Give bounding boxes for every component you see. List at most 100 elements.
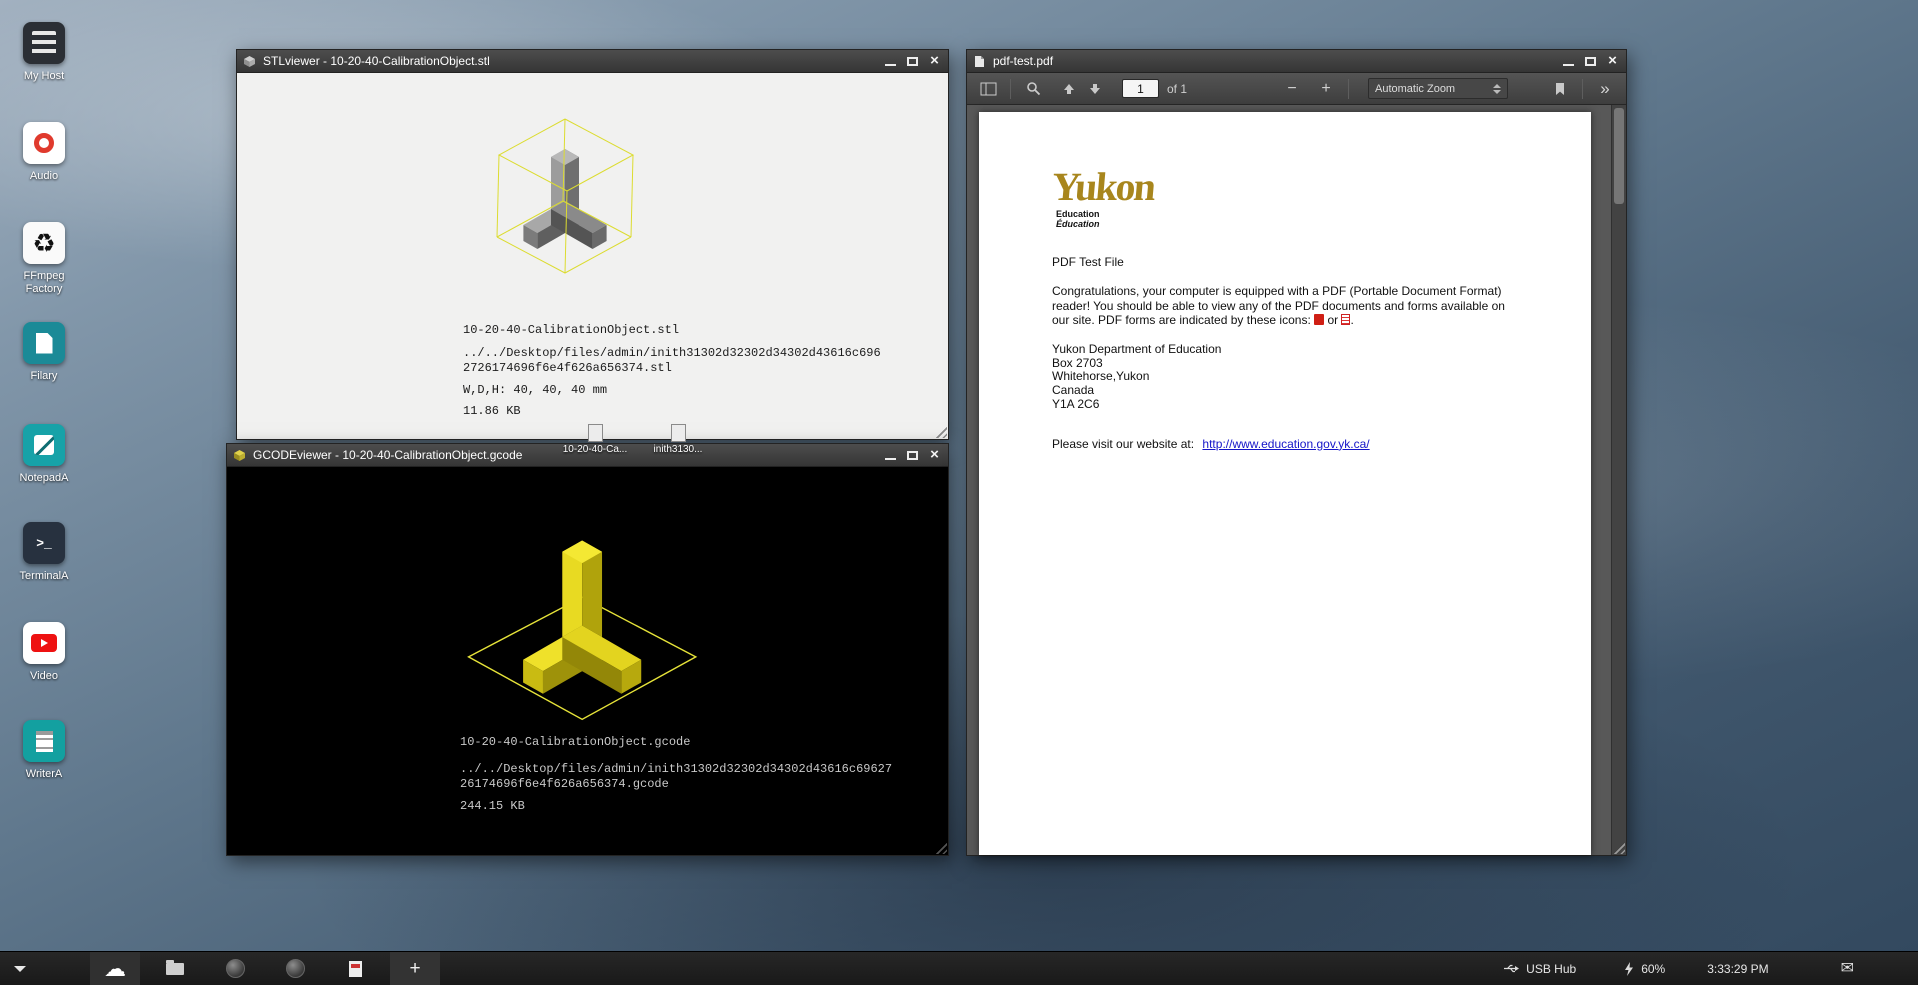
desktop-icon-label: My Host [24, 70, 64, 83]
gcode-3d-viewport[interactable]: 10-20-40-CalibrationObject.gcode ../../D… [227, 467, 948, 855]
app-disc-icon [226, 959, 245, 978]
writer-icon [23, 720, 65, 762]
desktop-icon-my-host[interactable]: My Host [10, 22, 78, 83]
file-manager-icon [23, 322, 65, 364]
yukon-logo: Yukon [1050, 167, 1522, 207]
stl-titlebar[interactable]: STLviewer - 10-20-40-CalibrationObject.s… [237, 50, 948, 73]
taskbar-gcode-app-button[interactable] [270, 952, 320, 985]
desktop-file-stl[interactable]: 10-20-40-Ca... [553, 424, 637, 455]
desktop-file-hex[interactable]: inith3130... [636, 424, 720, 455]
logo-subtitle: Education [1056, 209, 1521, 219]
gcode-filepath: ../../Desktop/files/admin/inith31302d323… [460, 762, 892, 777]
desktop-icon-audio[interactable]: Audio [10, 122, 78, 183]
plus-icon: + [409, 959, 420, 978]
desktop: My Host Audio ♻ FFmpeg Factory Filary No… [0, 0, 1918, 985]
page-number-input[interactable] [1122, 79, 1159, 98]
stl-filename: 10-20-40-CalibrationObject.stl [463, 323, 881, 337]
scrollbar[interactable] [1611, 105, 1626, 855]
zoom-in-button[interactable]: + [1313, 77, 1339, 101]
resize-grip[interactable] [933, 424, 947, 438]
toolbar-separator [1010, 79, 1011, 99]
pdf-content-area: Yukon Education Éducation PDF Test File … [967, 105, 1626, 855]
bookmark-button[interactable] [1547, 77, 1573, 101]
cloud-icon: ☁ [104, 958, 126, 980]
file-icon [671, 424, 686, 442]
zoom-select[interactable]: Automatic Zoom [1368, 78, 1508, 99]
battery-status[interactable]: 60% [1624, 962, 1665, 976]
minimize-button[interactable] [882, 54, 899, 69]
file-icon [588, 424, 603, 442]
scrollbar-thumb[interactable] [1614, 108, 1624, 204]
chevron-down-icon[interactable] [14, 966, 26, 972]
next-page-button[interactable] [1082, 77, 1108, 101]
clock-time: 3:33:29 PM [1707, 962, 1768, 976]
toolbar-separator [1348, 79, 1349, 99]
gcode-filepath: 26174696f6e4f626a656374.gcode [460, 777, 892, 792]
desktop-icon-video[interactable]: Video [10, 622, 78, 683]
gcode-file-info: 10-20-40-CalibrationObject.gcode ../../D… [460, 735, 892, 813]
zoom-out-button[interactable]: − [1279, 77, 1305, 101]
stl-3d-viewport[interactable]: 10-20-40-CalibrationObject.stl ../../Des… [237, 73, 948, 439]
pdf-titlebar[interactable]: pdf-test.pdf [967, 50, 1626, 73]
website-link[interactable]: http://www.education.gov.yk.ca/ [1202, 437, 1369, 451]
terminal-icon: >_ [23, 522, 65, 564]
usb-hub-status[interactable]: USB Hub [1503, 962, 1576, 976]
pdf-page: Yukon Education Éducation PDF Test File … [979, 112, 1591, 855]
taskbar: ☁ + USB Hub 60 [0, 951, 1918, 985]
my-host-icon [23, 22, 65, 64]
stl-viewer-window: STLviewer - 10-20-40-CalibrationObject.s… [236, 49, 949, 440]
previous-page-button[interactable] [1056, 77, 1082, 101]
audio-icon [23, 122, 65, 164]
desktop-icon-notepada[interactable]: NotepadA [10, 424, 78, 485]
zoom-select-value: Automatic Zoom [1375, 83, 1455, 95]
maximize-button[interactable] [904, 448, 921, 463]
pdf-document-icon [349, 961, 362, 977]
gcode-viewer-window: GCODEviewer - 10-20-40-CalibrationObject… [226, 443, 949, 856]
gcode-filename: 10-20-40-CalibrationObject.gcode [460, 735, 892, 749]
folder-icon [166, 963, 184, 975]
close-button[interactable] [1604, 54, 1621, 69]
mail-envelope-icon[interactable]: ✉ [1841, 961, 1854, 977]
desktop-icon-label: Audio [30, 170, 58, 183]
sidebar-toggle-button[interactable] [975, 77, 1001, 101]
video-player-icon [23, 622, 65, 664]
maximize-button[interactable] [1582, 54, 1599, 69]
close-button[interactable] [926, 54, 943, 69]
app-disc-icon [286, 959, 305, 978]
gcode-filesize: 244.15 KB [460, 799, 892, 813]
desktop-icon-label: Filary [31, 370, 58, 383]
visit-label: Please visit our website at: [1052, 437, 1194, 451]
minimize-button[interactable] [1560, 54, 1577, 69]
stl-app-icon [242, 54, 257, 69]
maximize-button[interactable] [904, 54, 921, 69]
document-paragraph: Congratulations, your computer is equipp… [1052, 284, 1521, 328]
notepad-icon [23, 424, 65, 466]
toolbar-more-button[interactable]: » [1592, 77, 1618, 101]
search-button[interactable] [1020, 77, 1046, 101]
taskbar-add-button[interactable]: + [390, 952, 440, 985]
desktop-icon-terminala[interactable]: >_ TerminalA [10, 522, 78, 583]
stl-filesize: 11.86 KB [463, 404, 881, 418]
close-button[interactable] [926, 448, 943, 463]
ffmpeg-recycle-icon: ♻ [23, 222, 65, 264]
gcode-app-icon [232, 448, 247, 463]
desktop-icon-writera[interactable]: WriterA [10, 720, 78, 781]
taskbar-stl-app-button[interactable] [210, 952, 260, 985]
desktop-icon-label: WriterA [26, 768, 62, 781]
stl-file-info: 10-20-40-CalibrationObject.stl ../../Des… [463, 323, 881, 418]
stl-window-title: STLviewer - 10-20-40-CalibrationObject.s… [263, 54, 882, 68]
desktop-icon-ffmpeg-factory[interactable]: ♻ FFmpeg Factory [10, 222, 78, 296]
resize-grip[interactable] [933, 840, 947, 854]
acrobat-pdf-icon [1314, 314, 1324, 325]
logo-subtitle-fr: Éducation [1056, 219, 1521, 229]
toolbar-separator [1582, 79, 1583, 99]
desktop-icon-filary[interactable]: Filary [10, 322, 78, 383]
clock[interactable]: 3:33:29 PM [1707, 962, 1768, 976]
pdf-window-title: pdf-test.pdf [993, 54, 1560, 68]
taskbar-files-button[interactable] [150, 952, 200, 985]
stl-filepath: ../../Desktop/files/admin/inith31302d323… [463, 346, 881, 361]
pdf-toolbar: of 1 − + Automatic Zoom » [967, 73, 1626, 105]
minimize-button[interactable] [882, 448, 899, 463]
taskbar-pdf-app-button[interactable] [330, 952, 380, 985]
taskbar-cloud-button[interactable]: ☁ [90, 952, 140, 985]
